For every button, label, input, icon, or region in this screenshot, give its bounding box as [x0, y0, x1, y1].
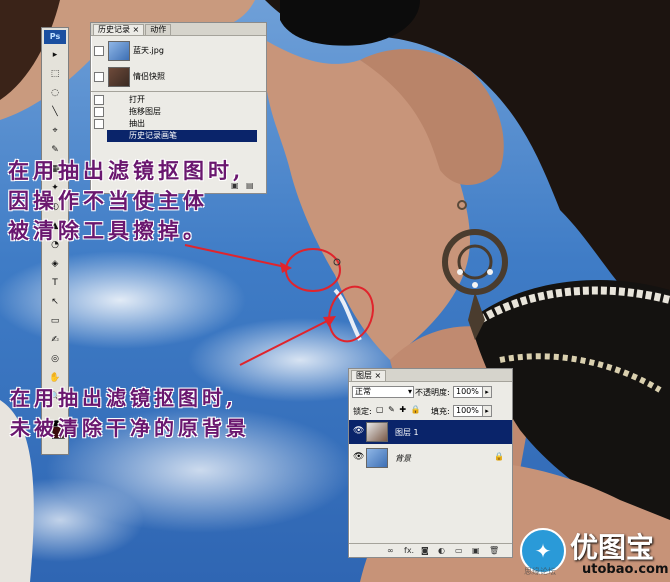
annotation-line: 被清除工具擦掉。 — [8, 218, 208, 243]
layer-row[interactable]: 👁 背景 🔒 — [349, 446, 512, 470]
highlight-circle-erased — [285, 248, 341, 292]
magic-wand-tool-icon[interactable]: ╲ — [47, 105, 63, 119]
history-state[interactable]: 拖移图层 — [91, 106, 266, 118]
folder-icon[interactable]: ▭ — [455, 546, 463, 555]
ps-logo: Ps — [44, 30, 66, 44]
pen-tool-icon[interactable]: ▭ — [47, 314, 63, 328]
eye-icon[interactable]: 👁 — [353, 426, 364, 436]
layers-footer: ∞ fx. ◙ ◐ ▭ ▣ 🗑 — [349, 543, 512, 557]
snapshot-name: 蓝天.jpg — [133, 46, 164, 55]
blend-mode-select[interactable]: 正常 ▾ — [352, 386, 414, 398]
history-state[interactable]: 打开 — [91, 94, 266, 106]
layers-panel: 图层 × 正常 ▾ 不透明度: 100% ▸ 锁定: ▢ ✎ ✚ 🔒 填充: 1… — [348, 368, 513, 558]
snapshot-row[interactable]: 情侣快照 — [91, 65, 266, 89]
path-select-tool-icon[interactable]: ◎ — [47, 352, 63, 366]
history-state-selected[interactable]: 历史记录画笔 — [107, 130, 257, 142]
new-layer-icon[interactable]: ▣ — [472, 546, 480, 555]
lock-icons[interactable]: ▢ ✎ ✚ 🔒 — [376, 405, 422, 414]
layer-name: 背景 — [395, 454, 411, 463]
snapshot-thumbnail — [108, 41, 130, 61]
fill-arrow-button[interactable]: ▸ — [482, 405, 492, 417]
earring-gem — [472, 282, 478, 288]
annotation-line: 在用抽出滤镜抠图时, — [8, 158, 245, 183]
marquee-tool-icon[interactable]: ⬚ — [47, 67, 63, 81]
gradient-tool-icon[interactable]: ◈ — [47, 257, 63, 271]
close-icon[interactable]: × — [375, 371, 382, 380]
link-icon[interactable]: ∞ — [387, 546, 394, 555]
earring-gem — [487, 269, 493, 275]
eye-icon[interactable]: 👁 — [353, 452, 364, 462]
snapshot-name: 情侣快照 — [133, 72, 165, 81]
annotation-top: 在用抽出滤镜抠图时, 因操作不当使主体 被清除工具擦掉。 — [8, 156, 244, 246]
watermark-site-cn: 优图宝 — [570, 531, 655, 564]
history-state-name: 拖移图层 — [129, 107, 161, 116]
opacity-label: 不透明度: — [415, 388, 450, 397]
history-source-checkbox[interactable] — [94, 107, 104, 117]
slice-tool-icon[interactable]: ✎ — [47, 143, 63, 157]
history-divider — [91, 91, 266, 92]
crop-tool-icon[interactable]: ⌖ — [47, 124, 63, 138]
trash-icon[interactable]: ▤ — [246, 181, 254, 190]
dodge-tool-icon[interactable]: ↖ — [47, 295, 63, 309]
opacity-field[interactable]: 100% — [453, 386, 483, 398]
lasso-tool-icon[interactable]: ◌ — [47, 86, 63, 100]
layer-row-selected[interactable]: 👁 图层 1 — [349, 420, 512, 444]
opacity-arrow-button[interactable]: ▸ — [482, 386, 492, 398]
layers-tabbar: 图层 × — [349, 369, 512, 382]
move-tool-icon[interactable]: ▸ — [47, 48, 63, 62]
history-state-name: 打开 — [129, 95, 145, 104]
tab-layers[interactable]: 图层 × — [351, 370, 387, 381]
watermark-site-en: utobao.com — [582, 562, 669, 577]
arrow-line-top — [184, 244, 291, 269]
tab-history[interactable]: 历史记录 × — [93, 24, 145, 35]
close-icon[interactable]: × — [133, 25, 140, 34]
snapshot-row[interactable]: 蓝天.jpg — [91, 39, 266, 63]
lock-icon: 🔒 — [494, 452, 504, 461]
trash-icon[interactable]: 🗑 — [489, 546, 499, 555]
annotation-line: 因操作不当使主体 — [8, 188, 208, 213]
annotation-line: 在用抽出滤镜抠图时, — [10, 386, 237, 410]
history-tabbar: 历史记录 × 动作 — [91, 23, 266, 36]
history-state-name: 抽出 — [129, 119, 145, 128]
adjustment-icon[interactable]: ◐ — [438, 546, 445, 555]
history-source-checkbox[interactable] — [94, 95, 104, 105]
snapshot-thumbnail — [108, 67, 130, 87]
mask-icon[interactable]: ◙ — [421, 546, 429, 555]
type-tool-icon[interactable]: ✍ — [47, 333, 63, 347]
history-source-checkbox[interactable] — [94, 46, 104, 56]
earring-gem — [457, 269, 463, 275]
history-source-checkbox[interactable] — [94, 119, 104, 129]
annotation-bottom: 在用抽出滤镜抠图时, 未被清除干净的原背景 — [10, 383, 250, 443]
lock-label: 锁定: — [353, 407, 372, 416]
watermark-faint: 思缘论坛 — [524, 567, 556, 576]
layer-thumbnail — [366, 422, 388, 442]
history-source-checkbox[interactable] — [94, 72, 104, 82]
blur-tool-icon[interactable]: T — [47, 276, 63, 290]
layer-thumbnail — [366, 448, 388, 468]
arrow-line-bottom — [239, 317, 334, 366]
annotation-line: 未被清除干净的原背景 — [10, 416, 250, 440]
layer-name: 图层 1 — [395, 428, 419, 437]
fill-label: 填充: — [431, 407, 450, 416]
tab-actions[interactable]: 动作 — [145, 24, 172, 35]
fx-icon[interactable]: fx. — [404, 546, 414, 555]
history-state[interactable]: 抽出 — [91, 118, 266, 130]
canvas-scene: Ps ▸ ⬚ ◌ ╲ ⌖ ✎ ▦ ✦ ◐ ▲ ◔ ◈ T ↖ ▭ ✍ ◎ ✋ 🔍 历史记录 × 动作 蓝天.jpg … — [0, 0, 670, 582]
history-state-name: 历史记录画笔 — [129, 131, 177, 140]
fill-field[interactable]: 100% — [453, 405, 483, 417]
chevron-down-icon: ▾ — [407, 387, 412, 396]
